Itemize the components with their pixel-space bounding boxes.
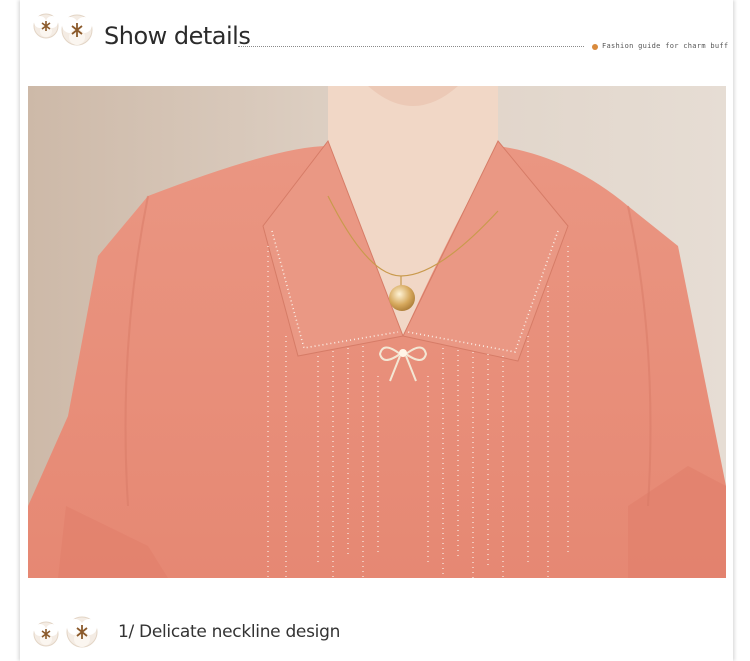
- page-title: Show details: [104, 22, 251, 50]
- section-caption: 1/ Delicate neckline design: [118, 622, 341, 642]
- cotton-flower-icon: [33, 13, 93, 46]
- bullet-icon: [592, 44, 598, 50]
- cotton-flower-icon: [33, 616, 98, 648]
- blouse-illustration: [28, 86, 726, 578]
- header-subtitle: Fashion guide for charm buff: [602, 42, 729, 50]
- page-frame: Show details Fashion guide for charm buf…: [20, 0, 733, 661]
- dotted-divider: [238, 46, 584, 47]
- section-header: Show details Fashion guide for charm buf…: [20, 0, 733, 80]
- product-photo: [28, 86, 726, 578]
